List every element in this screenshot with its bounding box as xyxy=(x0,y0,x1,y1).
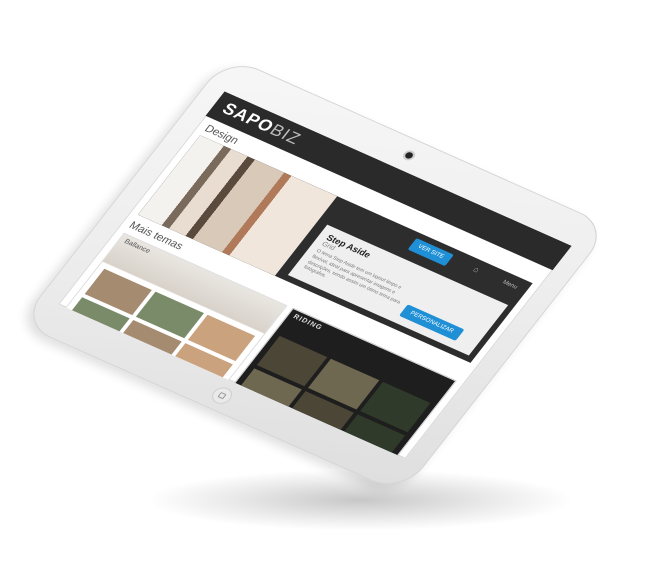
tablet-screen: SAPOBIZ Design Ver site ⌂ Menu Step Asid… xyxy=(58,91,572,459)
camera-icon xyxy=(403,151,415,160)
home-button[interactable] xyxy=(208,384,236,407)
theme-tiles xyxy=(62,268,256,390)
tablet-device: SAPOBIZ Design Ver site ⌂ Menu Step Asid… xyxy=(18,55,612,495)
customize-button[interactable]: Personalizar xyxy=(398,304,465,341)
menu-link[interactable]: Menu xyxy=(501,280,519,291)
home-icon[interactable]: ⌂ xyxy=(471,265,481,274)
device-shadow xyxy=(150,470,570,530)
